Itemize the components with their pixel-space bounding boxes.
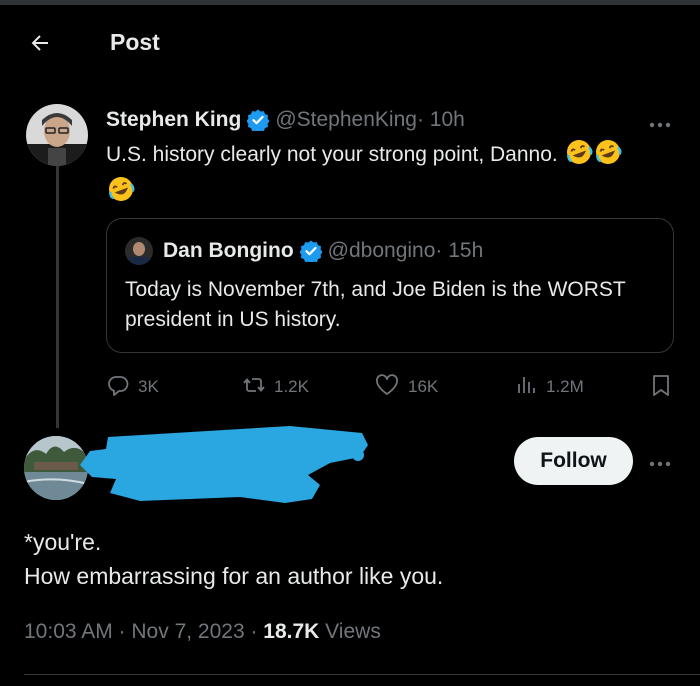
more-icon xyxy=(649,450,671,473)
reply-icon xyxy=(106,373,138,402)
like-count: 16K xyxy=(408,377,439,396)
analytics-icon xyxy=(514,373,546,402)
laughing-emoji-icon xyxy=(107,175,135,212)
reply-button[interactable]: 3K xyxy=(106,372,159,402)
repost-button[interactable]: 1.2K xyxy=(242,372,309,402)
views-count: 1.2M xyxy=(546,377,584,396)
thread-line xyxy=(56,166,59,428)
reply-count: 3K xyxy=(138,377,159,396)
post-meta: 10:03 AM · Nov 7, 2023 · 18.7K Views xyxy=(24,620,381,644)
laughing-emoji-icon xyxy=(594,138,622,175)
repost-icon xyxy=(242,373,274,402)
tweet-text: U.S. history clearly not your strong poi… xyxy=(106,138,676,212)
post-views-count: 18.7K xyxy=(263,620,320,643)
heart-icon xyxy=(374,373,408,402)
bottom-divider xyxy=(24,674,700,675)
quoted-post[interactable]: Dan Bongino @dbongino · 15h Today is Nov… xyxy=(106,218,674,353)
post-time: · 10h xyxy=(416,108,465,131)
action-bar: 3K 1.2K 16K 1.2M xyxy=(106,372,676,402)
bookmark-icon xyxy=(650,373,680,402)
more-options-button[interactable] xyxy=(645,112,675,132)
more-icon xyxy=(649,111,671,134)
reply-line-1: *you're. xyxy=(24,529,102,555)
avatar[interactable] xyxy=(26,104,88,166)
quote-text: Today is November 7th, and Joe Biden is … xyxy=(125,278,626,331)
author-name[interactable]: Stephen King xyxy=(106,108,241,132)
redacted-author[interactable] xyxy=(80,423,370,505)
views-button[interactable]: 1.2M xyxy=(514,372,584,402)
verified-badge-icon xyxy=(299,240,322,262)
bookmark-button[interactable] xyxy=(650,372,680,402)
repost-count: 1.2K xyxy=(274,377,309,396)
arrow-left-icon xyxy=(28,31,52,60)
quote-author-name: Dan Bongino xyxy=(163,239,294,262)
quote-avatar xyxy=(125,237,153,265)
post-timestamp[interactable]: 10:03 AM · Nov 7, 2023 · xyxy=(24,620,263,643)
follow-button[interactable]: Follow xyxy=(514,437,633,485)
header: Post xyxy=(0,5,700,80)
verified-badge-icon xyxy=(247,109,270,131)
reply-line-2: How embarrassing for an author like you. xyxy=(24,563,444,589)
author-handle[interactable]: @StephenKing xyxy=(275,108,417,132)
reply-avatar[interactable] xyxy=(24,436,88,500)
back-button[interactable] xyxy=(22,27,58,63)
page-title: Post xyxy=(110,29,160,55)
post-views-label: Views xyxy=(319,620,381,643)
quote-post-time: · 15h xyxy=(435,239,484,262)
tweet-body: U.S. history clearly not your strong poi… xyxy=(106,143,558,166)
quote-author-handle: @dbongino xyxy=(327,239,436,262)
quote-header: Dan Bongino @dbongino · 15h xyxy=(125,237,483,265)
more-options-button[interactable] xyxy=(645,451,675,471)
tweet-header: Stephen King @StephenKing · 10h xyxy=(106,105,465,135)
like-button[interactable]: 16K xyxy=(374,372,438,402)
reply-text: *you're. How embarrassing for an author … xyxy=(24,525,674,593)
laughing-emoji-icon xyxy=(565,138,593,175)
